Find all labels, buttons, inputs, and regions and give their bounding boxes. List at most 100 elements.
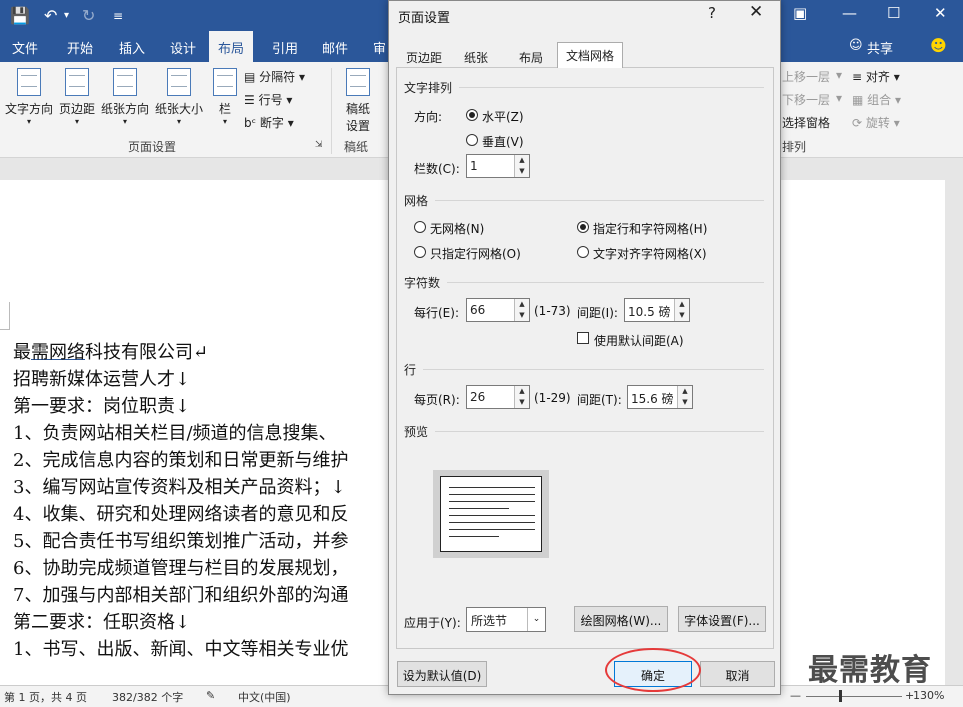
doc-line: 1、负责网站相关栏目/频道的信息搜集、 — [13, 423, 337, 444]
default-pitch-checkbox[interactable] — [577, 332, 589, 344]
redo-icon[interactable]: ↻ — [82, 6, 95, 25]
close-window-icon[interactable]: ✕ — [934, 4, 947, 22]
group-button[interactable]: ▦ 组合 ▾ — [852, 91, 901, 108]
doc-line: 5、配合责任书写组织策划推广活动，并参 — [13, 531, 349, 552]
tab-margins[interactable]: 页边距 — [397, 45, 451, 67]
group-label: 组合 — [867, 93, 892, 107]
page-count[interactable]: 第 1 页，共 4 页 — [4, 689, 87, 705]
radio-no-grid[interactable] — [414, 221, 426, 233]
set-default-button[interactable]: 设为默认值(D) — [397, 661, 487, 687]
size-button[interactable]: 纸张大小 ▾ — [154, 68, 204, 126]
tab-home[interactable]: 开始 — [67, 38, 93, 57]
char-pitch-spinner[interactable]: 10.5 磅 ▲ ▼ — [624, 298, 690, 322]
zoom-slider[interactable] — [806, 696, 902, 697]
draft-label-1: 稿纸 — [345, 102, 370, 116]
line-numbers-button[interactable]: ☰ 行号 ▾ — [244, 91, 292, 108]
customize-qat-icon[interactable]: ≡ — [113, 9, 123, 23]
hyphenation-label: 断字 — [259, 116, 284, 130]
radio-horizontal[interactable] — [466, 109, 478, 121]
char-pitch-label: 间距(I): — [577, 306, 618, 320]
proofing-icon[interactable]: ✎ — [206, 689, 215, 702]
doc-line: 1、书写、出版、新闻、中文等相关专业优 — [13, 639, 349, 660]
user-icon[interactable]: ☺ — [849, 38, 863, 53]
page-setup-dialog: 页面设置 ? ✕ 页边距 纸张 布局 文档网格 文字排列 方向: 水平(Z) 垂… — [388, 0, 781, 695]
highlight-circle — [605, 648, 701, 692]
share-button[interactable]: 共享 — [867, 38, 893, 57]
chars-range: (1-73) — [534, 304, 571, 318]
draft-settings-button[interactable]: 稿纸 设置 — [340, 68, 376, 134]
doc-line: 7、加强与内部相关部门和组织外部的沟通 — [13, 585, 349, 606]
margins-button[interactable]: 页边距 ▾ — [57, 68, 97, 126]
apply-to-select[interactable]: 所选节 ⌄ — [466, 607, 546, 632]
undo-dropdown-icon[interactable]: ▾ — [64, 10, 69, 21]
undo-icon[interactable]: ↶ — [44, 6, 57, 25]
spinner-arrows-icon[interactable]: ▲ ▼ — [677, 386, 692, 408]
help-icon[interactable]: ? — [708, 4, 716, 22]
rotate-label: 旋转 — [865, 116, 890, 130]
chevron-down-icon[interactable]: ⌄ — [527, 608, 545, 631]
font-settings-button[interactable]: 字体设置(F)... — [678, 606, 766, 632]
tab-mailings[interactable]: 邮件 — [322, 38, 348, 57]
zoom-level[interactable]: 130% — [913, 689, 944, 702]
lines-per-page-spinner[interactable]: 26 ▲ ▼ — [466, 385, 530, 409]
spinner-arrows-icon[interactable]: ▲ ▼ — [674, 299, 689, 321]
page-setup-launcher-icon[interactable]: ⇲ — [315, 140, 323, 150]
line-pitch-spinner[interactable]: 15.6 磅 ▲ ▼ — [627, 385, 693, 409]
cancel-button[interactable]: 取消 — [700, 661, 775, 687]
tab-layout[interactable]: 布局 — [209, 31, 254, 62]
align-button[interactable]: ≡ 对齐 ▾ — [852, 68, 900, 85]
breaks-button[interactable]: ▤ 分隔符 ▾ — [244, 68, 305, 85]
language[interactable]: 中文(中国) — [238, 689, 291, 705]
orientation-button[interactable]: 纸张方向 ▾ — [99, 68, 151, 126]
columns-label: 栏 — [218, 102, 231, 116]
minimize-icon[interactable]: — — [842, 4, 857, 22]
zoom-thumb[interactable] — [839, 690, 842, 702]
save-icon[interactable]: 💾 — [10, 6, 30, 25]
text-direction-button[interactable]: 文字方向 ▾ — [4, 68, 54, 126]
group-page-setup-label: 页面设置 — [128, 140, 177, 154]
bring-forward-button[interactable]: 上移一层 — [782, 68, 830, 85]
tab-layout[interactable]: 布局 — [510, 45, 552, 67]
spinner-arrows-icon[interactable]: ▲ ▼ — [514, 299, 529, 321]
lines-range: (1-29) — [534, 391, 571, 405]
spinner-arrows-icon[interactable]: ▲ ▼ — [514, 386, 529, 408]
send-backward-button[interactable]: 下移一层 — [782, 91, 830, 108]
tab-design[interactable]: 设计 — [170, 38, 196, 57]
tab-document-grid[interactable]: 文档网格 — [557, 42, 624, 68]
margins-label: 页边距 — [58, 102, 95, 116]
spinner-arrows-icon[interactable]: ▲ ▼ — [514, 155, 529, 177]
feedback-smiley-icon[interactable]: ☻ — [930, 36, 947, 55]
radio-vertical[interactable] — [466, 134, 478, 146]
draw-grid-button[interactable]: 绘图网格(W)... — [574, 606, 668, 632]
horizontal-label: 水平(Z) — [482, 110, 524, 124]
columns-spinner[interactable]: 1 ▲ ▼ — [466, 154, 530, 178]
rotate-button[interactable]: ⟳ 旋转 ▾ — [852, 114, 900, 131]
section-divider — [459, 87, 764, 88]
section-divider — [435, 200, 764, 201]
ribbon-display-icon[interactable]: ▣ — [793, 4, 807, 22]
radio-line-and-char-grid[interactable] — [577, 221, 589, 233]
zoom-out-icon[interactable]: — — [790, 689, 801, 702]
maximize-icon[interactable]: ☐ — [887, 4, 900, 22]
preview-line — [449, 501, 535, 502]
columns-button[interactable]: 栏 ▾ — [212, 68, 238, 126]
tab-insert[interactable]: 插入 — [119, 38, 145, 57]
line-numbers-label: 行号 — [258, 93, 283, 107]
tab-paper[interactable]: 纸张 — [455, 45, 497, 67]
group-arrange-label: 排列 — [782, 140, 807, 154]
radio-snap-to-char-grid[interactable] — [577, 246, 589, 258]
hyphenation-button[interactable]: bᶜ 断字 ▾ — [244, 114, 294, 131]
selection-pane-button[interactable]: 选择窗格 — [782, 114, 830, 131]
preview-line — [449, 494, 535, 495]
tab-file[interactable]: 文件 — [12, 38, 38, 57]
tab-references[interactable]: 引用 — [272, 38, 298, 57]
radio-line-grid-only[interactable] — [414, 246, 426, 258]
chars-per-line-spinner[interactable]: 66 ▲ ▼ — [466, 298, 530, 322]
line-pitch-label: 间距(T): — [577, 393, 622, 407]
tab-review[interactable]: 审 — [373, 38, 386, 57]
paper-size-icon — [167, 68, 191, 96]
lines-per-page-value: 26 — [470, 390, 486, 404]
close-icon[interactable]: ✕ — [749, 2, 763, 22]
word-count[interactable]: 382/382 个字 — [112, 689, 183, 705]
orientation-icon — [113, 68, 137, 96]
